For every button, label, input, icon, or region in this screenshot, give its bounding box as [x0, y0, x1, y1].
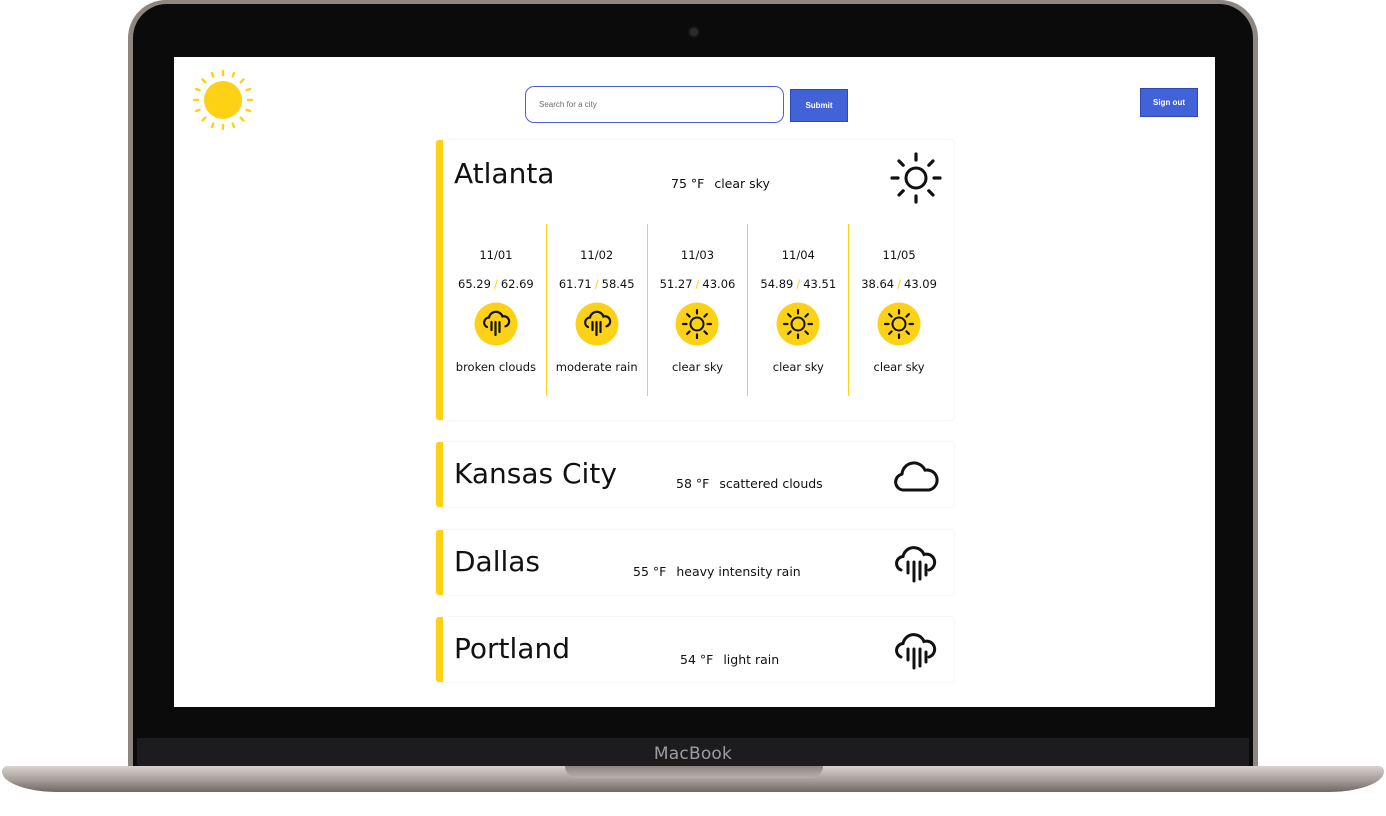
temp-separator: /	[594, 277, 599, 291]
forecast-low: 43.51	[803, 277, 837, 291]
webcam	[690, 28, 698, 36]
forecast-high: 61.71	[558, 277, 592, 291]
forecast-temps: 51.27/43.06	[648, 277, 748, 291]
current-weather: 55 °F heavy intensity rain	[633, 564, 801, 579]
current-weather: 58 °F scattered clouds	[676, 476, 823, 491]
cloud-rain-icon	[895, 633, 937, 670]
current-description: light rain	[723, 652, 780, 667]
forecast-date: 11/01	[479, 248, 513, 262]
current-temp: 58	[676, 476, 692, 491]
forecast-description: moderate rain	[555, 360, 638, 374]
forecast-low: 43.09	[904, 277, 937, 291]
forecast-high: 65.29	[458, 277, 491, 291]
current-temp: 75	[671, 176, 687, 191]
card-accent-bar	[436, 530, 443, 595]
current-description: heavy intensity rain	[676, 564, 801, 579]
forecast-low: 62.69	[500, 277, 534, 291]
current-weather: 54 °F light rain	[680, 652, 779, 667]
forecast-day: 11/01 65.29/62.69 broken clouds	[446, 224, 546, 396]
current-description: clear sky	[714, 176, 770, 191]
temp-unit: °F	[690, 176, 705, 191]
forecast-day: 11/04 54.89/43.51 clear sky	[747, 224, 848, 396]
forecast-temps: 38.64/43.09	[849, 277, 949, 291]
forecast-description: broken clouds	[455, 360, 536, 374]
temp-unit: °F	[695, 476, 710, 491]
city-name: Portland	[454, 632, 570, 665]
forecast-day: 11/03 51.27/43.06 clear sky	[646, 224, 748, 396]
sun-icon	[877, 302, 921, 346]
current-weather: 75 °F clear sky	[671, 176, 770, 191]
forecast-date: 11/04	[781, 248, 815, 262]
forecast-temps: 65.29/62.69	[446, 277, 546, 291]
card-accent-bar	[436, 442, 443, 507]
forecast-day: 11/05 38.64/43.09 clear sky	[848, 224, 949, 396]
sign-out-button[interactable]: Sign out	[1140, 88, 1198, 117]
forecast-date: 11/02	[580, 248, 614, 262]
city-name: Dallas	[454, 545, 541, 578]
sun-icon	[675, 302, 719, 346]
city-card-dallas[interactable]: Dallas 55 °F heavy intensity rain	[436, 530, 954, 595]
city-name: Kansas City	[454, 457, 617, 490]
submit-button[interactable]: Submit	[790, 89, 848, 122]
forecast-row: 11/01 65.29/62.69 broken clouds 11/02 61…	[446, 224, 949, 396]
search-input[interactable]	[526, 87, 783, 122]
forecast-description: clear sky	[873, 360, 925, 374]
city-card-atlanta[interactable]: Atlanta 75 °F clear sky 11/01 65.29 / 62…	[436, 140, 954, 420]
temp-unit: °F	[699, 652, 714, 667]
forecast-high: 51.27	[659, 277, 693, 291]
forecast-date: 11/05	[882, 248, 916, 262]
forecast-description: clear sky	[671, 360, 724, 374]
forecast-temps: 54.89/43.51	[748, 277, 848, 291]
temp-separator: /	[695, 277, 700, 291]
city-name: Atlanta	[454, 157, 555, 190]
forecast-day: 11/02 61.71/58.45 moderate rain	[545, 224, 647, 396]
temp-separator: /	[897, 277, 902, 291]
cloud-rain-icon	[474, 302, 518, 346]
forecast-low: 43.06	[702, 277, 736, 291]
forecast-high: 38.64	[861, 277, 895, 291]
search-field[interactable]	[525, 86, 784, 123]
city-card-kansas-city[interactable]: Kansas City 58 °F scattered clouds	[436, 442, 954, 507]
forecast-temps: 61.71/58.45	[547, 277, 647, 291]
current-temp: 55	[633, 564, 649, 579]
forecast-date: 11/03	[680, 248, 715, 262]
forecast-low: 58.45	[601, 277, 635, 291]
forecast-high: 54.89	[760, 277, 794, 291]
laptop-notch	[565, 766, 823, 778]
temp-separator: /	[796, 277, 801, 291]
forecast-description: clear sky	[772, 360, 824, 374]
app-screen: Submit Sign out Atlanta 75 °F clear sky	[174, 57, 1215, 707]
cloud-rain-icon	[895, 546, 937, 583]
city-card-portland[interactable]: Portland 54 °F light rain	[436, 617, 954, 682]
current-temp: 54	[680, 652, 696, 667]
card-accent-bar	[436, 617, 443, 682]
temp-unit: °F	[652, 564, 667, 579]
card-accent-bar	[436, 140, 443, 420]
sun-icon[interactable]	[192, 69, 254, 131]
temp-separator: /	[493, 277, 498, 291]
current-description: scattered clouds	[719, 476, 823, 491]
cloud-icon	[894, 461, 939, 492]
sun-icon	[776, 302, 820, 346]
cloud-rain-icon	[575, 302, 619, 346]
sun-outline-icon	[890, 152, 942, 204]
device-brand: MacBook	[653, 744, 733, 764]
